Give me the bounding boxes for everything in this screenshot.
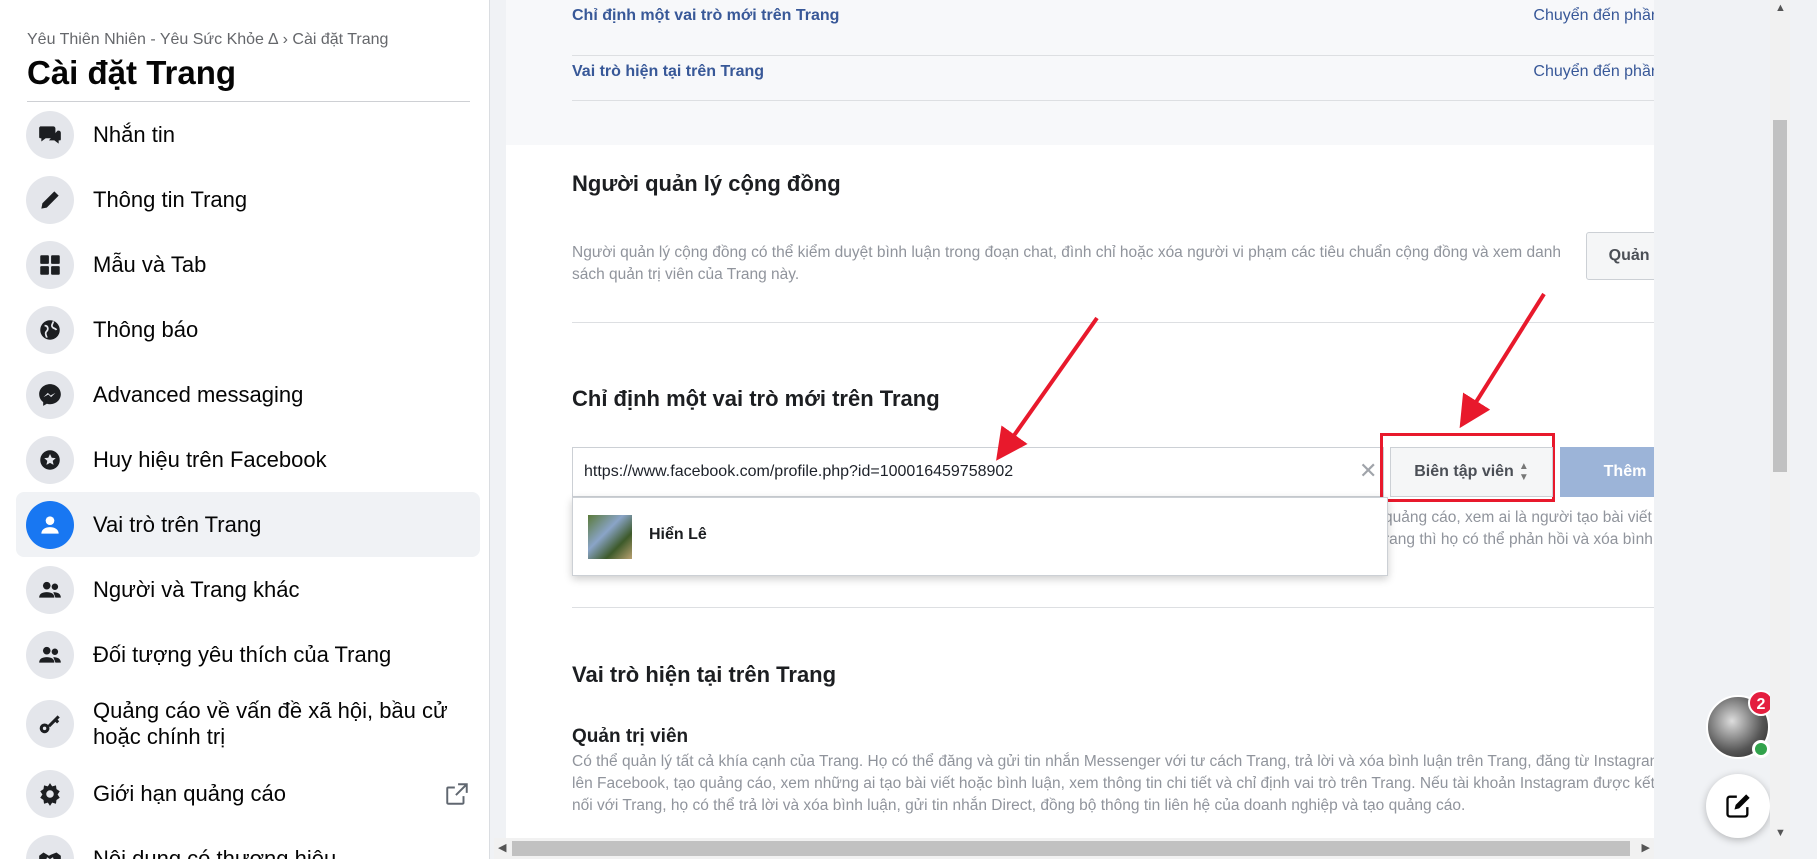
- current-roles-title: Vai trò hiện tại trên Trang: [572, 662, 837, 687]
- sidebar-item-preferred-audience[interactable]: Đối tượng yêu thích của Trang: [16, 622, 480, 687]
- sidebar-item-political-ads[interactable]: Quảng cáo về vấn đề xã hội, bầu cử hoặc …: [16, 687, 480, 761]
- globe-icon: [26, 305, 74, 354]
- sidebar-item-label: Giới hạn quảng cáo: [93, 780, 287, 806]
- avatar: [588, 515, 632, 559]
- scroll-left-icon[interactable]: ◀: [498, 841, 506, 854]
- sidebar-item-label: Vai trò trên Trang: [93, 511, 262, 537]
- section-divider: [572, 322, 1654, 323]
- grid-icon: [26, 240, 74, 289]
- suggestion-dropdown[interactable]: Hiển Lê: [572, 497, 1388, 576]
- messenger-chat-icon: [26, 110, 74, 159]
- sidebar-item-notifications[interactable]: Thông báo: [16, 297, 480, 362]
- sidebar-item-ad-limits[interactable]: Giới hạn quảng cáo: [16, 761, 480, 826]
- jump-link-current-roles[interactable]: Vai trò hiện tại trên Trang: [572, 63, 764, 81]
- clear-icon[interactable]: ✕: [1359, 460, 1377, 482]
- people-icon: [26, 630, 74, 679]
- sidebar-item-label: Advanced messaging: [93, 381, 304, 407]
- role-desc-partial: quảng cáo, xem ai là người tạo bài viết …: [1384, 509, 1653, 548]
- star-badge-icon: [26, 435, 74, 484]
- sidebar-item-page-roles[interactable]: Vai trò trên Trang: [16, 492, 480, 557]
- sidebar-item-branded-content[interactable]: Nội dung có thương hiệu: [16, 826, 480, 859]
- admin-role-title: Quản trị viên: [572, 726, 689, 747]
- sidebar-item-facebook-badges[interactable]: Huy hiệu trên Facebook: [16, 427, 480, 492]
- community-manager-desc: Người quản lý cộng đồng có thể kiểm duyệ…: [572, 244, 1561, 283]
- page-title: Cài đặt Trang: [27, 54, 237, 91]
- compose-icon: [1726, 794, 1750, 818]
- scroll-right-icon[interactable]: ▶: [1642, 841, 1650, 854]
- window-gutter: [1790, 0, 1817, 859]
- sidebar-item-label: Quảng cáo về vấn đề xã hội, bầu cử hoặc …: [93, 698, 448, 749]
- sidebar-item-label: Người và Trang khác: [93, 576, 300, 602]
- messenger-icon: [26, 370, 74, 419]
- page-roles-panel: Chỉ định một vai trò mới trên Trang Chuy…: [506, 0, 1654, 838]
- sidebar-item-label: Đối tượng yêu thích của Trang: [93, 641, 392, 667]
- breadcrumb[interactable]: Yêu Thiên Nhiên - Yêu Sức Khỏe ∆ › Cài đ…: [27, 31, 388, 49]
- sidebar-item-label: Huy hiệu trên Facebook: [93, 446, 327, 472]
- sidebar-item-label: Thông tin Trang: [93, 186, 248, 212]
- new-message-button[interactable]: [1706, 774, 1770, 838]
- person-icon: [26, 500, 74, 549]
- sidebar-item-label: Mẫu và Tab: [93, 251, 207, 277]
- handshake-icon: [26, 834, 74, 859]
- section-divider: [572, 607, 1654, 608]
- horizontal-scrollbar[interactable]: ◀ ▶: [494, 838, 1654, 859]
- vertical-scrollbar[interactable]: ▲ ▼: [1770, 0, 1790, 859]
- role-select[interactable]: Biên tập viên ▲ ▼: [1390, 447, 1553, 497]
- go-to-section-link[interactable]: Chuyển đến phần này: [1533, 7, 1654, 25]
- manage-button[interactable]: Quản lý: [1586, 232, 1654, 280]
- go-to-section-link[interactable]: Chuyển đến phần này: [1533, 63, 1654, 81]
- people-icon: [26, 565, 74, 614]
- key-icon: [26, 700, 74, 748]
- pencil-icon: [26, 175, 74, 224]
- person-search-input[interactable]: [572, 447, 1384, 497]
- scrollbar-thumb[interactable]: [512, 841, 1630, 856]
- sidebar-item-page-info[interactable]: Thông tin Trang: [16, 167, 480, 232]
- sidebar-item-people-other-pages[interactable]: Người và Trang khác: [16, 557, 480, 622]
- jump-link-assign-role[interactable]: Chỉ định một vai trò mới trên Trang: [572, 7, 839, 25]
- sidebar-item-label: Nội dung có thương hiệu: [93, 845, 337, 859]
- sidebar-item-advanced-messaging[interactable]: Advanced messaging: [16, 362, 480, 427]
- scrollbar-thumb[interactable]: [1773, 120, 1787, 472]
- gear-icon: [26, 769, 74, 818]
- assign-role-title: Chỉ định một vai trò mới trên Trang: [572, 386, 940, 411]
- sidebar-item-label: Nhắn tin: [93, 121, 175, 147]
- settings-sidebar: Yêu Thiên Nhiên - Yêu Sức Khỏe ∆ › Cài đ…: [0, 0, 490, 859]
- scroll-up-icon[interactable]: ▲: [1775, 2, 1786, 14]
- add-button[interactable]: Thêm: [1560, 447, 1654, 497]
- sidebar-item-messaging[interactable]: Nhắn tin: [16, 102, 480, 167]
- sidebar-item-label: Thông báo: [93, 316, 199, 342]
- community-manager-title: Người quản lý cộng đồng: [572, 171, 841, 196]
- role-select-value: Biên tập viên: [1414, 463, 1514, 480]
- suggestion-name[interactable]: Hiển Lê: [649, 526, 707, 544]
- sort-caret-icon: ▲ ▼: [1518, 461, 1529, 483]
- sidebar-nav: Nhắn tin Thông tin Trang Mẫu và Tab Thôn…: [16, 102, 480, 859]
- external-link-icon[interactable]: [444, 781, 470, 807]
- scroll-down-icon[interactable]: ▼: [1775, 827, 1786, 839]
- admin-role-desc: Có thể quản lý tất cả khía cạnh của Tran…: [572, 753, 1654, 814]
- sidebar-item-templates-tabs[interactable]: Mẫu và Tab: [16, 232, 480, 297]
- jump-link-row: Vai trò hiện tại trên Trang Chuyển đến p…: [572, 45, 1654, 101]
- online-status-dot: [1752, 740, 1770, 758]
